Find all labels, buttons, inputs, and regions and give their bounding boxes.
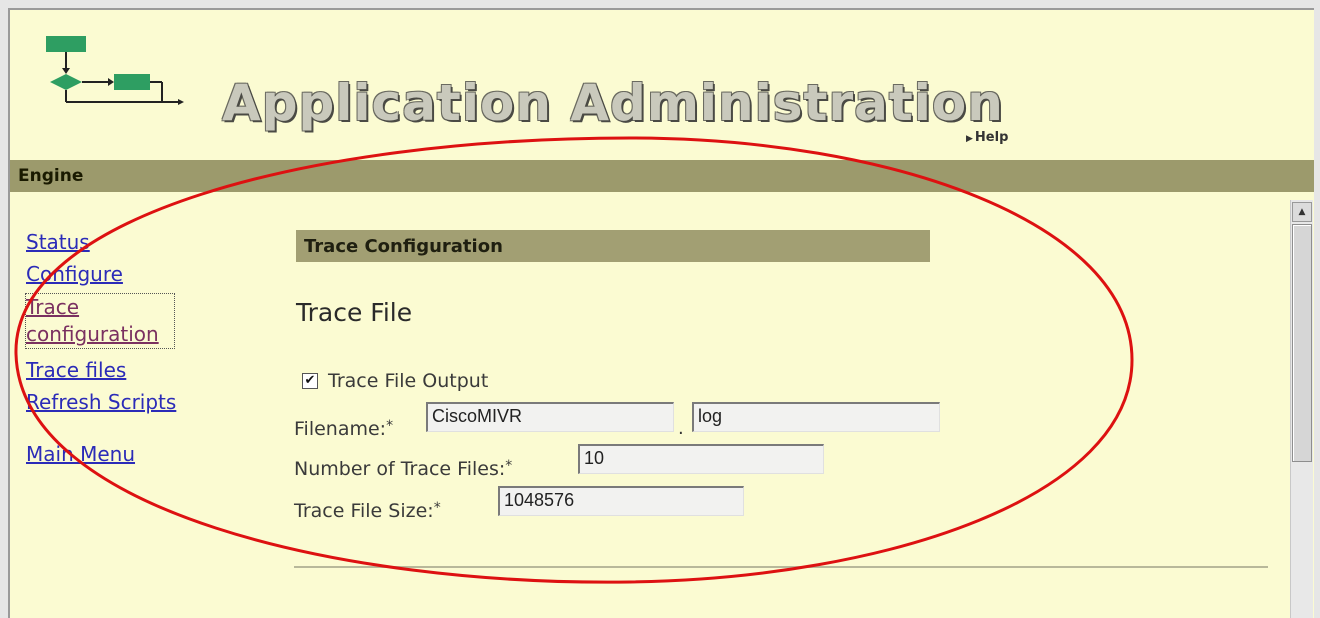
help-label: Help <box>974 130 1009 145</box>
nav-main-menu[interactable]: Main Menu <box>26 438 176 470</box>
filename-label: Filename: <box>294 418 387 440</box>
app-window: Application Administration ▶ Help Engine … <box>8 8 1314 618</box>
subtitle: Trace File <box>296 298 413 327</box>
nav-trace-files[interactable]: Trace files <box>26 354 176 386</box>
num-files-label: Number of Trace Files: <box>294 458 506 480</box>
scroll-thumb[interactable] <box>1292 224 1312 462</box>
filename-label-row: Filename:* <box>294 418 393 440</box>
required-mark: * <box>433 500 441 516</box>
engine-label: Engine <box>18 166 84 186</box>
nav-status[interactable]: Status <box>26 226 176 258</box>
trace-output-label: Trace File Output <box>328 370 489 392</box>
divider <box>294 566 1268 568</box>
triangle-right-icon: ▶ <box>966 134 973 144</box>
nav-configure[interactable]: Configure <box>26 258 176 290</box>
nav-trace-configuration[interactable]: Trace configuration <box>25 293 175 349</box>
vertical-scrollbar[interactable]: ▲ <box>1290 200 1313 618</box>
required-mark: * <box>386 418 394 434</box>
file-size-input[interactable]: 1048576 <box>498 486 744 516</box>
file-size-label: Trace File Size: <box>294 500 434 522</box>
help-link[interactable]: ▶ Help <box>966 130 1008 145</box>
nav-refresh-scripts[interactable]: Refresh Scripts <box>26 386 176 418</box>
required-mark: * <box>505 458 513 474</box>
filename-extension-input[interactable]: log <box>692 402 940 432</box>
scroll-up-icon[interactable]: ▲ <box>1292 202 1312 222</box>
trace-output-row: ✔ Trace File Output <box>302 370 488 392</box>
app-title: Application Administration <box>222 74 1004 132</box>
section-title: Trace Configuration <box>304 236 503 257</box>
filename-input[interactable]: CiscoMIVR <box>426 402 674 432</box>
engine-bar: Engine <box>10 160 1314 192</box>
section-header: Trace Configuration <box>296 230 930 262</box>
num-files-input[interactable]: 10 <box>578 444 824 474</box>
num-files-label-row: Number of Trace Files:* <box>294 458 512 480</box>
filename-dot: . <box>678 418 684 439</box>
trace-output-checkbox[interactable]: ✔ <box>302 373 318 389</box>
workflow-logo-icon <box>46 36 184 105</box>
file-size-label-row: Trace File Size:* <box>294 500 441 522</box>
sidebar-nav: Status Configure Trace configuration Tra… <box>25 226 176 470</box>
